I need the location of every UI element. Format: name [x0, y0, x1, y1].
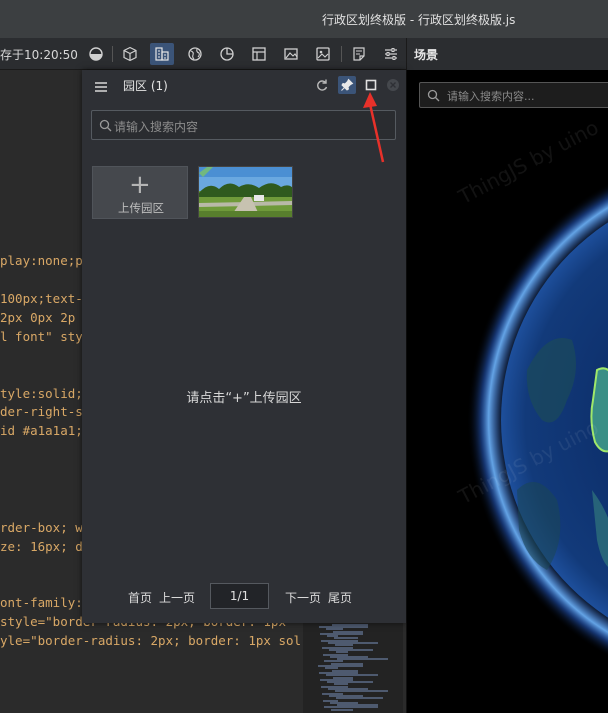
minimap-line [331, 708, 353, 711]
code-line: ze: 16px; d [0, 539, 83, 554]
scene-search-input[interactable]: 请输入搜索内容... [419, 82, 608, 108]
park-thumbnail[interactable] [198, 166, 293, 218]
toolbar: 存于10:20:50 [0, 38, 406, 70]
refresh-icon[interactable] [313, 76, 331, 94]
app-window: 行政区划终极版 - 行政区划终极版.js 存于10:20:50 场景 请输入搜索… [0, 0, 608, 713]
close-icon[interactable] [384, 76, 402, 94]
scene-viewport[interactable]: 请输入搜索内容... ThingJS by uino ThingJS by ui… [406, 70, 608, 713]
toolbar-separator [112, 46, 113, 62]
code-line: 100px;text- [0, 291, 83, 306]
prev-page-link[interactable]: 上一页 [159, 589, 195, 606]
park-search-input[interactable]: 请输入搜索内容 [91, 110, 396, 140]
plus-icon: + [129, 170, 151, 200]
half-circle-icon[interactable] [84, 43, 108, 65]
first-page-link[interactable]: 首页 [128, 589, 152, 606]
park-panel: 园区 (1) 请输入搜索内容 + 上传园区 请点击“+”上传园区 首页 上一页 … [82, 70, 406, 623]
last-page-link[interactable]: 尾页 [328, 589, 352, 606]
scene-panel-header: 场景 [406, 38, 608, 70]
settings-sliders-icon[interactable] [379, 43, 403, 65]
building-icon[interactable] [150, 43, 174, 65]
minimap[interactable] [303, 615, 403, 713]
code-line: rder-box; w [0, 520, 83, 535]
window-title: 行政区划终极版 - 行政区划终极版.js [322, 13, 516, 27]
code-line: play:none;pa [0, 253, 91, 268]
code-line: 2px 0px 2p [0, 310, 76, 325]
page-number-input[interactable] [210, 583, 269, 609]
empty-hint: 请点击“+”上传园区 [186, 391, 302, 406]
cube-icon[interactable] [118, 43, 142, 65]
tab-scene[interactable]: 场景 [414, 46, 438, 63]
park-preview-image [199, 167, 292, 217]
code-line: l font" sty [0, 329, 83, 344]
code-line: ont-family: [0, 595, 83, 610]
code-line: yle="border-radius: 2px; border: 1px sol [0, 633, 302, 648]
pin-icon[interactable] [338, 76, 356, 94]
layout-icon[interactable] [247, 43, 271, 65]
minimap-line [336, 697, 383, 700]
toolbar-separator [341, 46, 342, 62]
minimap-line [337, 658, 388, 661]
menu-icon[interactable] [94, 78, 108, 97]
code-line: id #a1a1a1; [0, 423, 83, 438]
pagination: 首页 上一页 下一页 尾页 [82, 582, 406, 610]
title-bar: 行政区划终极版 - 行政区划终极版.js [0, 0, 608, 38]
save-status: 存于10:20:50 [0, 48, 78, 62]
park-panel-header: 园区 (1) [82, 70, 406, 100]
code-line: der-right-s [0, 404, 83, 419]
maximize-icon[interactable] [362, 76, 380, 94]
picture-icon[interactable] [311, 43, 335, 65]
search-icon [99, 119, 112, 132]
next-page-link[interactable]: 下一页 [285, 589, 321, 606]
search-icon [427, 89, 440, 102]
upload-park-label: 上传园区 [118, 201, 164, 215]
code-line: tyle:solid; [0, 386, 83, 401]
park-search-placeholder: 请输入搜索内容 [114, 120, 199, 134]
pie-chart-icon[interactable] [215, 43, 239, 65]
upload-park-button[interactable]: + 上传园区 [92, 166, 188, 219]
note-icon[interactable] [347, 43, 371, 65]
globe-icon[interactable] [183, 43, 207, 65]
scene-search-placeholder: 请输入搜索内容... [447, 90, 535, 103]
panel-title: 园区 (1) [123, 79, 168, 93]
image-icon[interactable] [279, 43, 303, 65]
